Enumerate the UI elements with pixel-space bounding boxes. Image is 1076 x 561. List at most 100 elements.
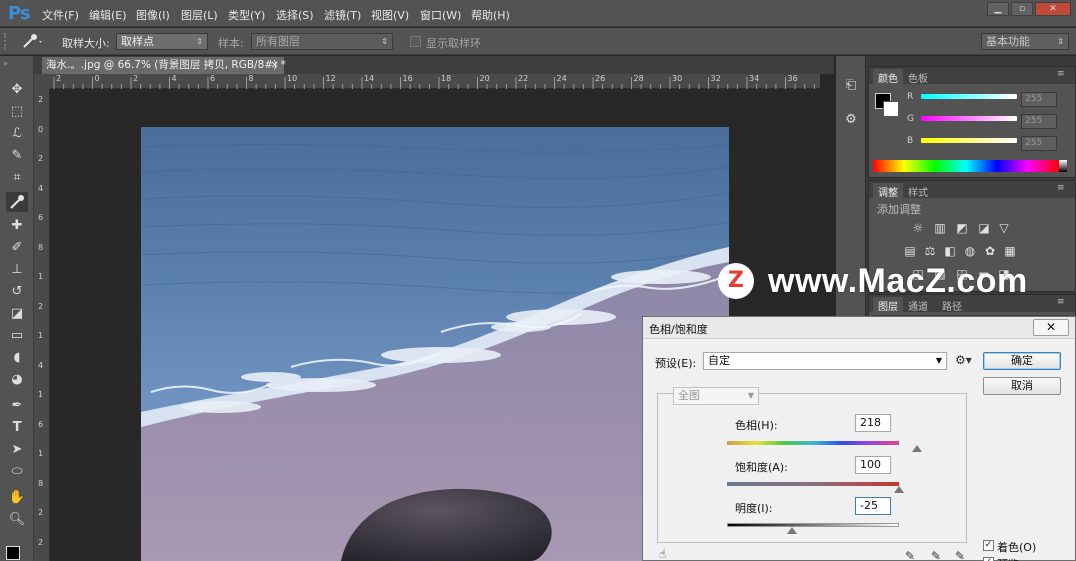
crop-tool-icon[interactable]: ⌗: [6, 168, 28, 188]
hue-value-input[interactable]: 218: [855, 414, 891, 432]
preset-options-gear-icon[interactable]: ⚙▾: [955, 353, 972, 367]
healing-tool-icon[interactable]: ✚: [6, 216, 28, 236]
vibrance-icon[interactable]: ▽: [997, 221, 1011, 235]
channel-b-slider[interactable]: [921, 138, 1017, 143]
blur-tool-icon[interactable]: ◖: [6, 348, 28, 368]
ok-button[interactable]: 确定: [983, 352, 1061, 370]
shape-tool-icon[interactable]: ⬭: [6, 462, 28, 482]
curves-icon[interactable]: ◩: [955, 221, 969, 235]
channel-r-value[interactable]: 255: [1021, 92, 1057, 107]
menu-file[interactable]: 文件(F): [42, 7, 79, 23]
preset-select[interactable]: 自定 ▼: [703, 352, 947, 370]
tab-styles[interactable]: 样式: [903, 183, 933, 199]
properties-panel-icon[interactable]: ⚙: [842, 112, 860, 130]
quick-select-tool-icon[interactable]: ✎: [6, 146, 28, 166]
show-ring-checkbox[interactable]: [410, 36, 421, 47]
color-spectrum-bar[interactable]: [873, 160, 1059, 172]
sample-size-select[interactable]: 取样点 ⇕: [116, 33, 208, 50]
brightness-icon[interactable]: ☼: [911, 221, 925, 235]
move-tool-icon[interactable]: ✥: [6, 80, 28, 100]
channel-b-value[interactable]: 255: [1021, 136, 1057, 151]
menu-select[interactable]: 选择(S): [276, 7, 314, 23]
menu-layer[interactable]: 图层(L): [181, 7, 218, 23]
history-panel-icon[interactable]: ⎗: [842, 78, 860, 96]
color-balance-icon[interactable]: ⚖: [923, 244, 937, 258]
menu-bar: Ps 文件(F) 编辑(E) 图像(I) 图层(L) 类型(Y) 选择(S) 滤…: [0, 0, 1076, 27]
exposure-icon[interactable]: ◪: [977, 221, 991, 235]
colorize-checkbox[interactable]: ✓: [983, 540, 994, 551]
close-tab-icon[interactable]: ×: [270, 57, 279, 73]
minimize-button[interactable]: ▁: [987, 2, 1009, 16]
dodge-tool-icon[interactable]: ◕: [6, 370, 28, 390]
pen-tool-icon[interactable]: ✒: [6, 396, 28, 416]
menu-help[interactable]: 帮助(H): [471, 7, 510, 23]
sample-select[interactable]: 所有图层 ⇕: [251, 33, 393, 50]
window-close-button[interactable]: ✕: [1035, 2, 1071, 16]
background-color-swatch[interactable]: [883, 101, 899, 117]
tab-color[interactable]: 颜色: [873, 69, 903, 85]
document-tab[interactable]: 海水.。.jpg @ 66.7% (背景图层 拷贝, RGB/8#) * ×: [42, 57, 286, 74]
channel-select[interactable]: 全图 ▼: [673, 387, 759, 405]
menu-type[interactable]: 类型(Y): [228, 7, 265, 23]
hue-slider-thumb[interactable]: [912, 445, 923, 452]
ruler-horizontal: 2 0 2 4 6 8 10 12 14 16 18 20 22 24 26 28 30 32 34 36: [50, 74, 820, 89]
channel-r-slider[interactable]: [921, 94, 1017, 99]
hue-slider-track[interactable]: [727, 441, 899, 445]
channel-mixer-icon[interactable]: ✿: [983, 244, 997, 258]
marquee-tool-icon[interactable]: ⬚: [6, 102, 28, 122]
levels-icon[interactable]: ▥: [933, 221, 947, 235]
ruler-labels: 2 0 2 4 6 8 1 2 1 4 1 6 1 8 2 2: [34, 89, 50, 561]
zoom-tool-icon[interactable]: 🔍︎: [6, 510, 28, 530]
panel-menu-icon[interactable]: ≡: [1057, 69, 1065, 79]
panel-menu-icon[interactable]: ≡: [1057, 297, 1065, 307]
cancel-button[interactable]: 取消: [983, 377, 1061, 395]
maximize-button[interactable]: ▫: [1011, 2, 1033, 16]
gradient-tool-icon[interactable]: ▭: [6, 326, 28, 346]
hue-saturation-icon[interactable]: ▤: [903, 244, 917, 258]
saturation-slider-thumb[interactable]: [894, 486, 904, 493]
black-white-icon[interactable]: ◧: [943, 244, 957, 258]
eraser-tool-icon[interactable]: ◪: [6, 304, 28, 324]
eyedropper-icon[interactable]: [20, 32, 44, 50]
target-adjust-hand-icon[interactable]: ☝︎: [659, 547, 666, 561]
beach-photo[interactable]: [141, 127, 729, 561]
lasso-tool-icon[interactable]: ℒ: [6, 124, 28, 144]
menu-window[interactable]: 窗口(W): [420, 7, 461, 23]
eyedropper-minus-icon[interactable]: ✎: [955, 549, 965, 561]
lightness-slider-thumb[interactable]: [786, 527, 797, 534]
history-brush-icon[interactable]: ↺: [6, 282, 28, 302]
saturation-slider-track[interactable]: [727, 482, 899, 486]
tab-adjustments[interactable]: 调整: [873, 183, 903, 199]
channel-g-slider[interactable]: [921, 116, 1017, 121]
eyedropper-plus-icon[interactable]: ✎: [931, 549, 941, 561]
eyedropper-icon[interactable]: ✎: [905, 549, 915, 561]
tools-panel: » ✥ ⬚ ℒ ✎ ⌗ ✚ ✐ ⊥ ↺ ◪ ▭ ◖ ◕ ✒ T ➤ ⬭ ✋ 🔍︎: [0, 56, 34, 561]
dialog-close-button[interactable]: ✕: [1033, 319, 1069, 336]
lightness-value-input[interactable]: -25: [855, 497, 891, 515]
brush-tool-icon[interactable]: ✐: [6, 238, 28, 258]
menu-edit[interactable]: 编辑(E): [89, 7, 127, 23]
path-select-icon[interactable]: ➤: [6, 440, 28, 460]
type-tool-icon[interactable]: T: [6, 418, 28, 438]
workspace-select[interactable]: 基本功能 ⇕: [981, 33, 1069, 50]
menu-view[interactable]: 视图(V): [371, 7, 409, 23]
preview-checkbox[interactable]: ✓: [983, 557, 994, 561]
saturation-value-input[interactable]: 100: [855, 456, 891, 474]
black-white-ramp[interactable]: [1059, 160, 1067, 172]
hand-tool-icon[interactable]: ✋: [6, 488, 28, 508]
stamp-tool-icon[interactable]: ⊥: [6, 260, 28, 280]
color-lookup-icon[interactable]: ▦: [1003, 244, 1017, 258]
collapse-icon[interactable]: »: [3, 59, 8, 68]
menu-image[interactable]: 图像(I): [136, 7, 170, 23]
channel-g-value[interactable]: 255: [1021, 114, 1057, 129]
panel-menu-icon[interactable]: ≡: [1057, 183, 1065, 193]
tab-swatches[interactable]: 色板: [903, 69, 933, 85]
channel-value: 全图: [678, 389, 700, 402]
menu-filter[interactable]: 滤镜(T): [324, 7, 361, 23]
foreground-color-swatch[interactable]: [6, 546, 20, 560]
grip-handle[interactable]: [4, 33, 14, 49]
dialog-title-bar[interactable]: 色相/饱和度: [643, 317, 1075, 339]
eyedropper-tool-icon[interactable]: [6, 192, 28, 212]
lightness-slider-track[interactable]: [727, 523, 899, 527]
photo-filter-icon[interactable]: ◍: [963, 244, 977, 258]
